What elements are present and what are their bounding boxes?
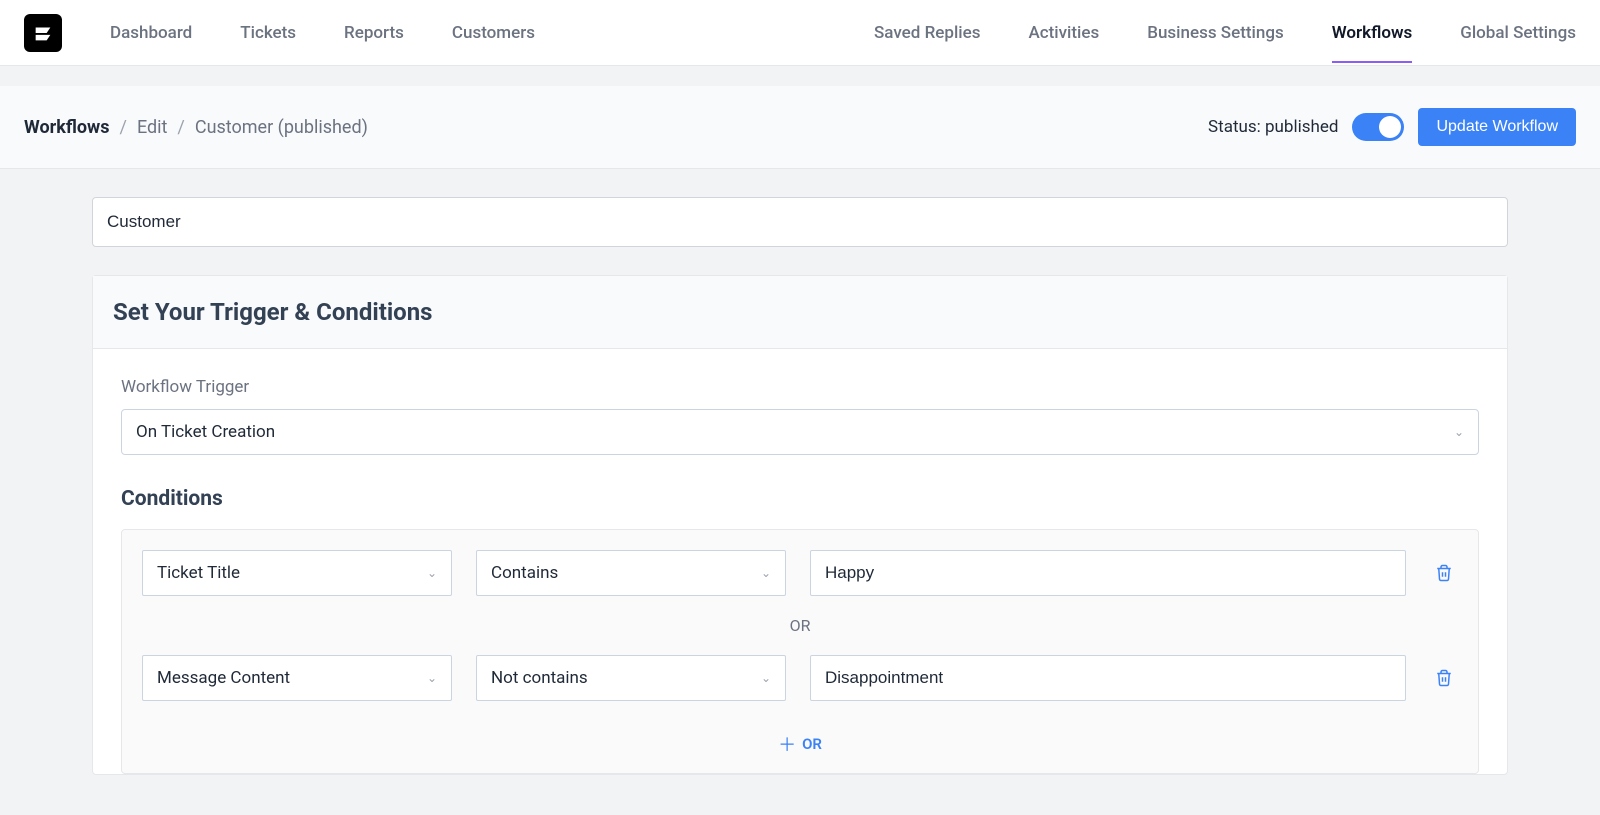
toggle-knob [1379, 116, 1401, 138]
condition-row: Ticket Title ⌄ Contains ⌄ [142, 550, 1458, 596]
condition-field-select[interactable]: Ticket Title ⌄ [142, 550, 452, 596]
top-nav: Dashboard Tickets Reports Customers Save… [0, 0, 1600, 66]
logo-icon [32, 22, 54, 44]
trigger-label: Workflow Trigger [121, 377, 1479, 397]
delete-condition-button[interactable] [1430, 564, 1458, 582]
conditions-box: Ticket Title ⌄ Contains ⌄ [121, 529, 1479, 774]
trigger-value: On Ticket Creation [136, 422, 275, 442]
plus-icon: ＋ [778, 731, 796, 757]
condition-field-value: Message Content [157, 668, 290, 688]
nav-business-settings[interactable]: Business Settings [1147, 3, 1283, 63]
subheader: Workflows / Edit / Customer (published) … [0, 86, 1600, 169]
nav-activities[interactable]: Activities [1028, 3, 1099, 63]
main-container: Set Your Trigger & Conditions Workflow T… [0, 169, 1600, 815]
crumb-sep: / [120, 117, 127, 138]
status-label: Status: published [1208, 117, 1338, 137]
panel-body: Workflow Trigger On Ticket Creation ⌄ Co… [93, 349, 1507, 774]
condition-operator-value: Not contains [491, 668, 588, 688]
breadcrumb: Workflows / Edit / Customer (published) [24, 117, 368, 138]
chevron-down-icon: ⌄ [427, 566, 437, 580]
spacer [142, 701, 1458, 725]
conditions-heading: Conditions [121, 487, 1479, 511]
add-or-label: OR [802, 735, 822, 753]
chevron-down-icon: ⌄ [761, 566, 771, 580]
condition-operator-value: Contains [491, 563, 558, 583]
condition-field-select[interactable]: Message Content ⌄ [142, 655, 452, 701]
delete-condition-button[interactable] [1430, 669, 1458, 687]
condition-row: Message Content ⌄ Not contains ⌄ [142, 655, 1458, 701]
crumb-sep: / [177, 117, 184, 138]
update-workflow-button[interactable]: Update Workflow [1418, 108, 1576, 146]
subheader-actions: Status: published Update Workflow [1208, 108, 1576, 146]
nav-tickets[interactable]: Tickets [240, 3, 296, 63]
condition-field-value: Ticket Title [157, 563, 240, 583]
status-toggle[interactable] [1352, 113, 1404, 141]
nav-workflows[interactable]: Workflows [1332, 3, 1413, 63]
trigger-select[interactable]: On Ticket Creation ⌄ [121, 409, 1479, 455]
crumb-title: Customer (published) [195, 117, 368, 138]
chevron-down-icon: ⌄ [427, 671, 437, 685]
nav-right-group: Saved Replies Activities Business Settin… [874, 3, 1576, 63]
condition-operator-select[interactable]: Not contains ⌄ [476, 655, 786, 701]
trigger-panel: Set Your Trigger & Conditions Workflow T… [92, 275, 1508, 775]
condition-operator-select[interactable]: Contains ⌄ [476, 550, 786, 596]
crumb-root[interactable]: Workflows [24, 117, 110, 138]
condition-value-input[interactable] [810, 655, 1406, 701]
condition-value-input[interactable] [810, 550, 1406, 596]
chevron-down-icon: ⌄ [1454, 425, 1464, 439]
trash-icon [1435, 564, 1453, 582]
workflow-name-input[interactable] [92, 197, 1508, 247]
or-separator: OR [142, 596, 1458, 655]
crumb-edit[interactable]: Edit [137, 117, 167, 138]
nav-dashboard[interactable]: Dashboard [110, 3, 192, 63]
trash-icon [1435, 669, 1453, 687]
nav-customers[interactable]: Customers [452, 3, 535, 63]
panel-heading: Set Your Trigger & Conditions [93, 276, 1507, 349]
add-or-button[interactable]: ＋ OR [142, 725, 1458, 759]
app-logo[interactable] [24, 14, 62, 52]
nav-global-settings[interactable]: Global Settings [1460, 3, 1576, 63]
nav-saved-replies[interactable]: Saved Replies [874, 3, 980, 63]
nav-left-group: Dashboard Tickets Reports Customers [110, 3, 535, 63]
chevron-down-icon: ⌄ [761, 671, 771, 685]
nav-reports[interactable]: Reports [344, 3, 404, 63]
